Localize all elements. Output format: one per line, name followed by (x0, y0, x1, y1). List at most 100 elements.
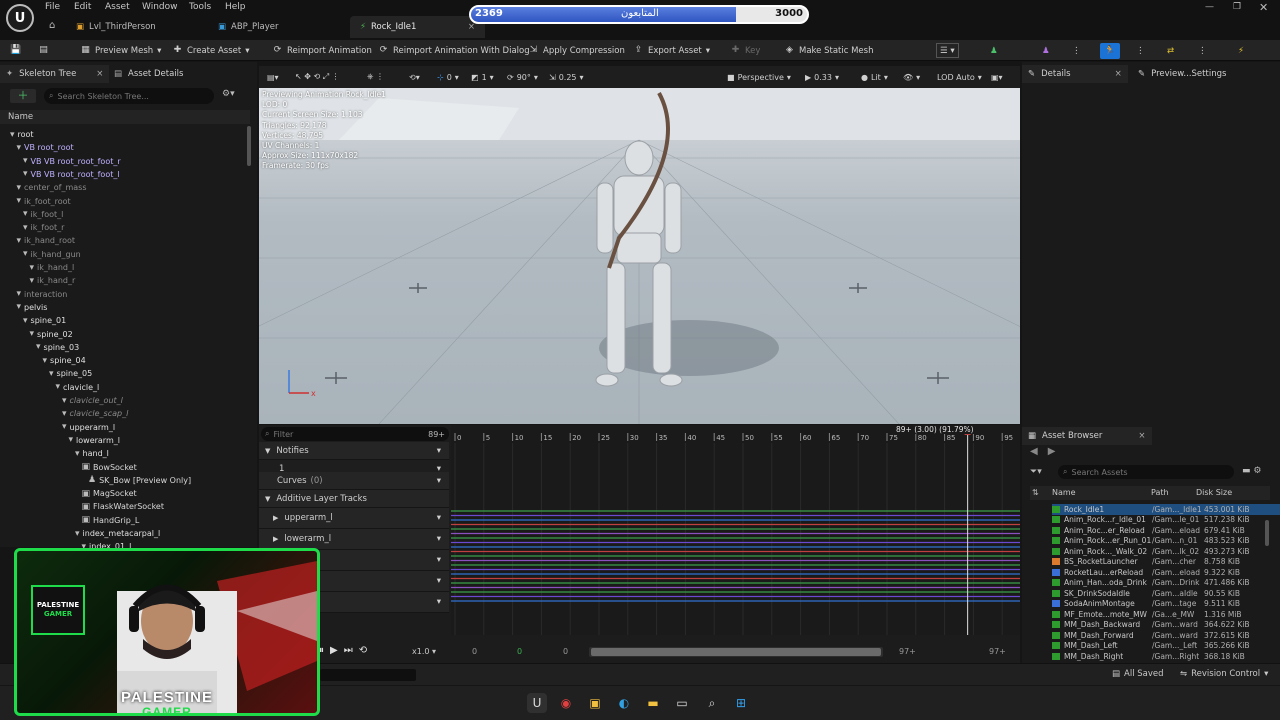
dropdown-icon[interactable]: ▾ (437, 476, 441, 486)
search-taskbar-icon[interactable]: ⌕ (702, 693, 722, 713)
physics-mode-icon[interactable]: ⚡ (1238, 43, 1244, 58)
filter-icon[interactable]: ⏷▾ (1030, 467, 1042, 477)
asset-row[interactable]: SodaAnimMontage/Gam...tage 9.511 KiB (1052, 599, 1280, 610)
mesh-mode-icon[interactable]: ♟ (1042, 43, 1050, 58)
col-name[interactable]: Name (1052, 486, 1076, 500)
close-panel-icon[interactable]: × (1115, 69, 1122, 79)
skip-end-icon[interactable]: ⏭ (344, 645, 353, 656)
tree-node[interactable]: ▾ spine_05 (49, 367, 92, 380)
additive-tracks-header[interactable]: ▼ Additive Layer Tracks (259, 490, 449, 508)
tree-node[interactable]: ▣ HandGrip_L (82, 514, 140, 527)
tree-node[interactable]: ▾ clavicle_l (56, 381, 100, 394)
sort-icon[interactable]: ⇅ (1032, 486, 1039, 500)
loop-icon[interactable]: ⟲ (359, 645, 367, 656)
browse-icon[interactable]: ▤ (38, 43, 49, 58)
windows-start-icon[interactable]: ⊞ (731, 693, 751, 713)
home-icon[interactable]: ⌂ (49, 20, 55, 31)
more-icon-2[interactable]: ⋮ (1136, 43, 1145, 58)
menu-help[interactable]: Help (225, 2, 246, 15)
asset-row[interactable]: Anim_Rock...er_Run_01/Gam...n_01 483.523 … (1052, 536, 1280, 547)
tree-node[interactable]: ▾ VB VB root_root_foot_r (23, 155, 121, 168)
forward-nav-icon[interactable]: ▶ (1048, 446, 1056, 457)
curves-track[interactable]: Curves (0) ▾ (259, 472, 449, 490)
asset-row[interactable]: MF_Emote...mote_MW/Ga...e_MW 1.316 MiB (1052, 609, 1280, 620)
lod-button[interactable]: LOD Auto ▾ (937, 70, 982, 84)
dropdown-icon[interactable]: ▾ (437, 513, 441, 523)
col-path[interactable]: Path (1151, 486, 1169, 500)
col-disk-size[interactable]: Disk Size (1196, 486, 1232, 500)
more-icon[interactable]: ⋮ (1072, 43, 1081, 58)
hamburger-menu-icon[interactable]: ☰ ▾ (936, 43, 959, 58)
app-taskbar-icon[interactable]: ▭ (672, 693, 692, 713)
close-window-icon[interactable]: ✕ (1259, 1, 1268, 14)
forward-icon[interactable]: ▶ (330, 645, 338, 656)
settings-icon[interactable]: ⚙▾ (222, 89, 235, 99)
playback-speed[interactable]: x1.0 ▾ (412, 647, 436, 656)
unreal-logo[interactable]: U (6, 4, 34, 32)
maximize-icon[interactable]: ❐ (1233, 2, 1241, 12)
search-assets-input[interactable]: ⌕ Search Assets (1058, 465, 1234, 479)
menu-asset[interactable]: Asset (105, 2, 130, 15)
asset-row[interactable]: MM_Dash_Forward/Gam...ward 372.615 KiB (1052, 630, 1280, 641)
minimize-icon[interactable]: — (1205, 2, 1214, 12)
tree-node[interactable]: ▾ ik_foot_root (17, 195, 71, 208)
tab-asset-details[interactable]: ▤ Asset Details (108, 65, 189, 83)
fov-button[interactable]: ▶ 0.33 ▾ (805, 70, 839, 84)
asset-row[interactable]: BS_RocketLauncher/Gam...cher 8.758 KiB (1052, 557, 1280, 568)
dropdown-icon[interactable]: ▾ (437, 534, 441, 544)
tree-node[interactable]: ▾ clavicle_scap_l (62, 407, 128, 420)
asset-row[interactable]: Rock_Idle1/Gam..._Idle1 453.001 KiB (1052, 504, 1280, 515)
asset-row[interactable]: Anim_Rock...r_Idle_01/Gam...le_01 517.238… (1052, 515, 1280, 526)
tree-scrollbar[interactable] (247, 126, 251, 166)
notifies-track[interactable]: ▼ Notifies ▾ (259, 442, 449, 460)
asset-row[interactable]: RocketLau...erReload/Gam...eload 9.322 Ki… (1052, 567, 1280, 578)
key-button[interactable]: ✚ Key (730, 43, 761, 58)
obs-taskbar-icon[interactable]: ◉ (556, 693, 576, 713)
tree-node[interactable]: ▾ ik_foot_r (23, 221, 64, 234)
dropdown-icon[interactable]: ▾ (437, 597, 441, 607)
tree-node[interactable]: ▾ VB VB root_root_foot_l (23, 168, 120, 181)
asset-row[interactable]: Anim_Rock..._Walk_02/Gam...lk_02 493.273 … (1052, 546, 1280, 557)
preview-mesh-button[interactable]: ▦ Preview Mesh ▾ (80, 43, 161, 58)
tab-preview-settings[interactable]: ✎ Preview...Settings (1132, 65, 1232, 83)
lit-button[interactable]: ● Lit ▾ (861, 70, 888, 84)
tree-node[interactable]: ▾ VB root_root (17, 141, 74, 154)
timeline-scrollbar[interactable] (589, 647, 883, 657)
cam-snap-button[interactable]: ◩ 1 ▾ (471, 70, 494, 84)
asset-row[interactable]: MM_Dash_Left/Gam..._Left 365.266 KiB (1052, 641, 1280, 652)
tree-node[interactable]: ▾ interaction (17, 288, 68, 301)
show-flags-button[interactable]: 👁 ▾ (903, 70, 920, 84)
reimport-dialog-button[interactable]: ⟳ Reimport Animation With Dialog (378, 43, 530, 58)
all-saved-status[interactable]: ▤ All Saved (1112, 669, 1164, 679)
tree-node[interactable]: ▣ FlaskWaterSocket (82, 500, 164, 513)
tree-node[interactable]: ♟ SK_Bow [Preview Only] (88, 474, 191, 487)
tree-node[interactable]: ▾ spine_01 (23, 314, 66, 327)
perspective-button[interactable]: ■ Perspective ▾ (727, 70, 791, 84)
track-area[interactable]: 0 5 10 15 20 25 30 35 40 45 50 55 60 65 70 75 80 85 90 95 8… (451, 425, 1020, 635)
tree-node[interactable]: ▾ pelvis (17, 301, 48, 314)
store-taskbar-icon[interactable]: ▣ (585, 693, 605, 713)
track-upperarm[interactable]: ▶ upperarm_l ▾ (259, 508, 449, 529)
timeline-filter-input[interactable]: ⌕ Filter 89+ (261, 427, 449, 441)
tab-anim-blueprint[interactable]: ▣ ABP_Player (208, 16, 289, 38)
tab-asset-browser[interactable]: ▦ Asset Browser × (1022, 427, 1152, 445)
tab-details[interactable]: ✎ Details × (1022, 65, 1128, 83)
close-panel-icon[interactable]: × (1138, 431, 1145, 441)
export-asset-button[interactable]: ⇪ Export Asset ▾ (633, 43, 710, 58)
asset-row[interactable]: SK_DrinkSodaIdle/Gam...aIdle 90.55 KiB (1052, 588, 1280, 599)
animation-viewport[interactable]: x Previewing Animation Rock_Idle1 LOD: 0C… (259, 88, 1020, 424)
make-static-mesh-button[interactable]: ◈ Make Static Mesh (784, 43, 873, 58)
add-button[interactable]: ＋ (10, 89, 36, 103)
edge-taskbar-icon[interactable]: ◐ (614, 693, 634, 713)
back-icon[interactable]: ◀ (1030, 446, 1038, 457)
track-lowerarm[interactable]: ▶ lowerarm_l ▾ (259, 529, 449, 550)
dropdown-icon[interactable]: ▾ (437, 576, 441, 586)
menu-file[interactable]: File (45, 2, 60, 15)
asset-row[interactable]: MM_Dash_Backward/Gam...ward 364.622 KiB (1052, 620, 1280, 631)
animation-mode-icon[interactable]: 🏃 (1100, 42, 1120, 59)
close-tab-icon[interactable]: × (468, 22, 475, 32)
menu-window[interactable]: Window (142, 2, 178, 15)
snap-icon[interactable]: ⎈ ⋮ (367, 70, 384, 84)
tree-node[interactable]: ▾ upperarm_l (62, 421, 115, 434)
tree-node[interactable]: ▾ ik_hand_r (30, 274, 76, 287)
